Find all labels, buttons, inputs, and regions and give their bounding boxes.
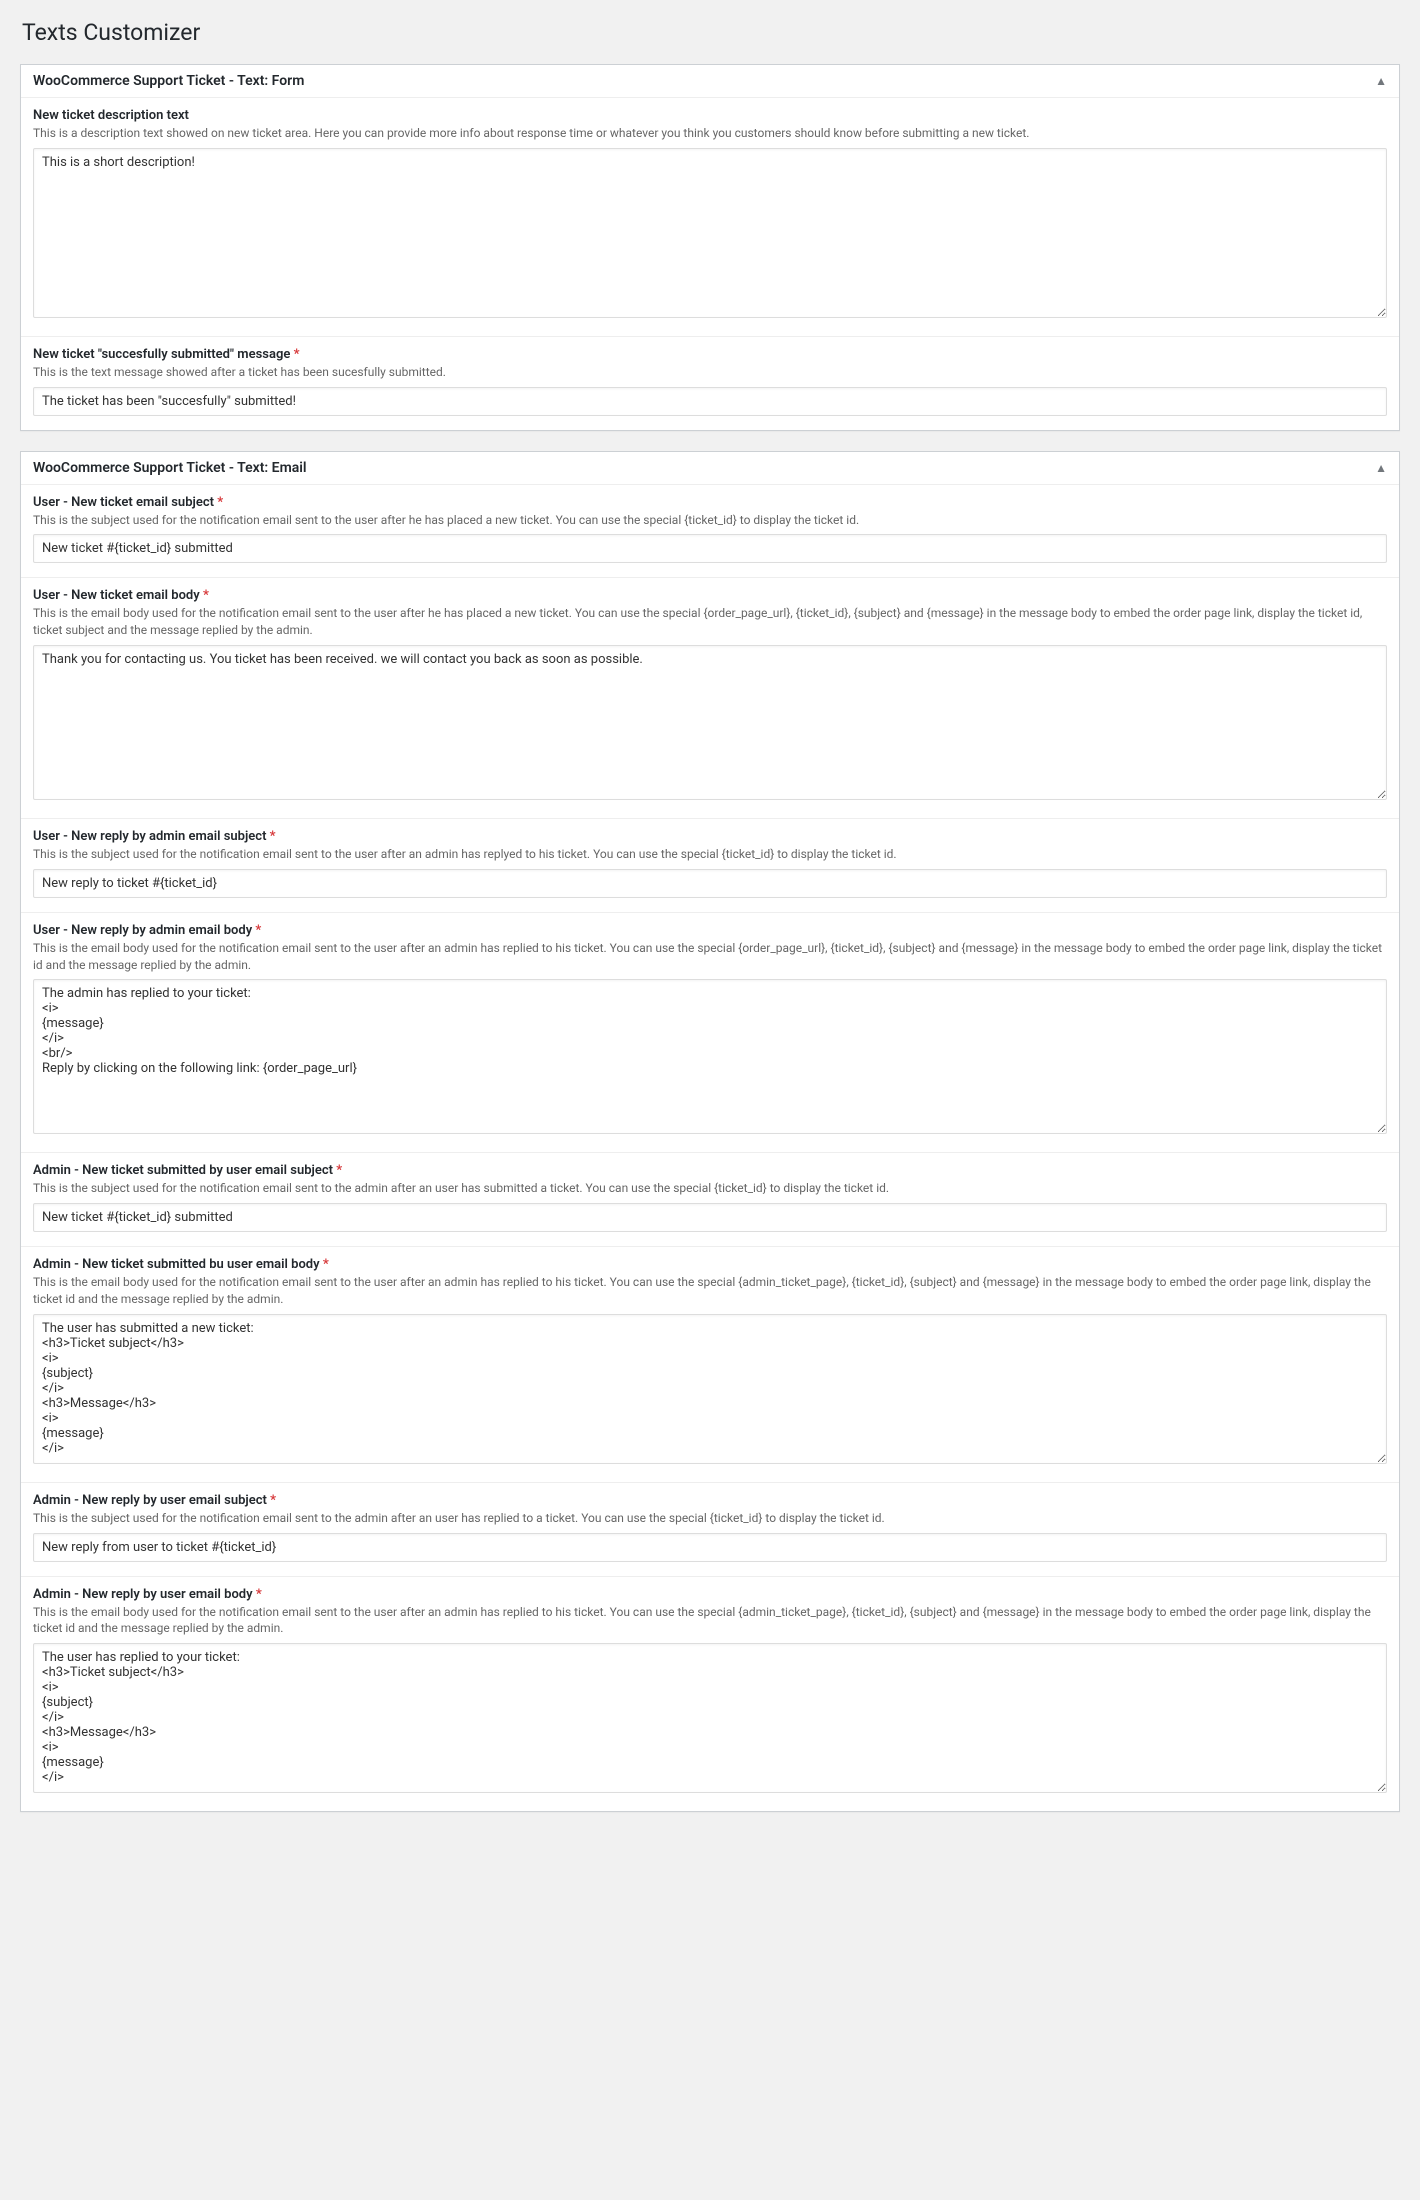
admin-new-body-textarea[interactable] [33,1314,1387,1464]
field-label: Admin - New reply by user email body * [33,1587,1387,1602]
label-text: User - New ticket email subject [33,495,214,510]
panel-form-header[interactable]: WooCommerce Support Ticket - Text: Form … [21,65,1399,98]
field-label: User - New reply by admin email body * [33,923,1387,938]
field-desc: This is the email body used for the noti… [33,940,1387,974]
label-text: Admin - New reply by user email body [33,1587,253,1602]
admin-reply-body-textarea[interactable] [33,1643,1387,1793]
field-desc: This is the subject used for the notific… [33,512,1387,529]
field-submitted-msg: New ticket "succesfully submitted" messa… [21,337,1399,430]
panel-email-header[interactable]: WooCommerce Support Ticket - Text: Email… [21,452,1399,485]
panel-email: WooCommerce Support Ticket - Text: Email… [20,451,1400,1813]
field-user-reply-subject: User - New reply by admin email subject … [21,819,1399,913]
field-admin-reply-subject: Admin - New reply by user email subject … [21,1483,1399,1577]
required-asterisk: * [217,495,223,510]
collapse-icon[interactable]: ▲ [1375,75,1387,87]
required-asterisk: * [336,1163,342,1178]
required-asterisk: * [270,1493,276,1508]
field-label: Admin - New reply by user email subject … [33,1493,1387,1508]
field-new-ticket-desc: New ticket description text This is a de… [21,98,1399,337]
panel-email-title: WooCommerce Support Ticket - Text: Email [33,460,307,476]
field-user-new-body: User - New ticket email body * This is t… [21,578,1399,819]
field-label: User - New ticket email body * [33,588,1387,603]
submitted-msg-input[interactable] [33,387,1387,416]
admin-reply-subject-input[interactable] [33,1533,1387,1562]
field-desc: This is the text message showed after a … [33,364,1387,381]
field-label: User - New reply by admin email subject … [33,829,1387,844]
field-desc: This is the subject used for the notific… [33,1510,1387,1527]
collapse-icon[interactable]: ▲ [1375,462,1387,474]
field-desc: This is the email body used for the noti… [33,1274,1387,1308]
required-asterisk: * [323,1257,329,1272]
new-ticket-desc-textarea[interactable] [33,148,1387,318]
label-text: User - New reply by admin email subject [33,829,266,844]
field-admin-new-subject: Admin - New ticket submitted by user ema… [21,1153,1399,1247]
user-reply-subject-input[interactable] [33,869,1387,898]
field-user-reply-body: User - New reply by admin email body * T… [21,913,1399,1154]
field-desc: This is a description text showed on new… [33,125,1387,142]
user-reply-body-textarea[interactable] [33,979,1387,1134]
field-admin-new-body: Admin - New ticket submitted bu user ema… [21,1247,1399,1483]
user-new-subject-input[interactable] [33,534,1387,563]
required-asterisk: * [294,347,300,362]
required-asterisk: * [270,829,276,844]
required-asterisk: * [203,588,209,603]
page-title: Texts Customizer [22,10,1400,50]
field-label: New ticket "succesfully submitted" messa… [33,347,1387,362]
label-text: Admin - New reply by user email subject [33,1493,267,1508]
admin-new-subject-input[interactable] [33,1203,1387,1232]
label-text: User - New reply by admin email body [33,923,252,938]
label-text: User - New ticket email body [33,588,200,603]
field-label: User - New ticket email subject * [33,495,1387,510]
panel-form-title: WooCommerce Support Ticket - Text: Form [33,73,304,89]
user-new-body-textarea[interactable] [33,645,1387,800]
field-admin-reply-body: Admin - New reply by user email body * T… [21,1577,1399,1812]
field-desc: This is the subject used for the notific… [33,1180,1387,1197]
label-text: Admin - New ticket submitted bu user ema… [33,1257,320,1272]
panel-form: WooCommerce Support Ticket - Text: Form … [20,64,1400,431]
required-asterisk: * [256,1587,262,1602]
label-text: New ticket "succesfully submitted" messa… [33,347,290,362]
field-desc: This is the email body used for the noti… [33,605,1387,639]
required-asterisk: * [255,923,261,938]
field-label: Admin - New ticket submitted by user ema… [33,1163,1387,1178]
field-desc: This is the subject used for the notific… [33,846,1387,863]
field-label: New ticket description text [33,108,1387,123]
field-label: Admin - New ticket submitted bu user ema… [33,1257,1387,1272]
field-user-new-subject: User - New ticket email subject * This i… [21,485,1399,579]
field-desc: This is the email body used for the noti… [33,1604,1387,1638]
label-text: Admin - New ticket submitted by user ema… [33,1163,333,1178]
